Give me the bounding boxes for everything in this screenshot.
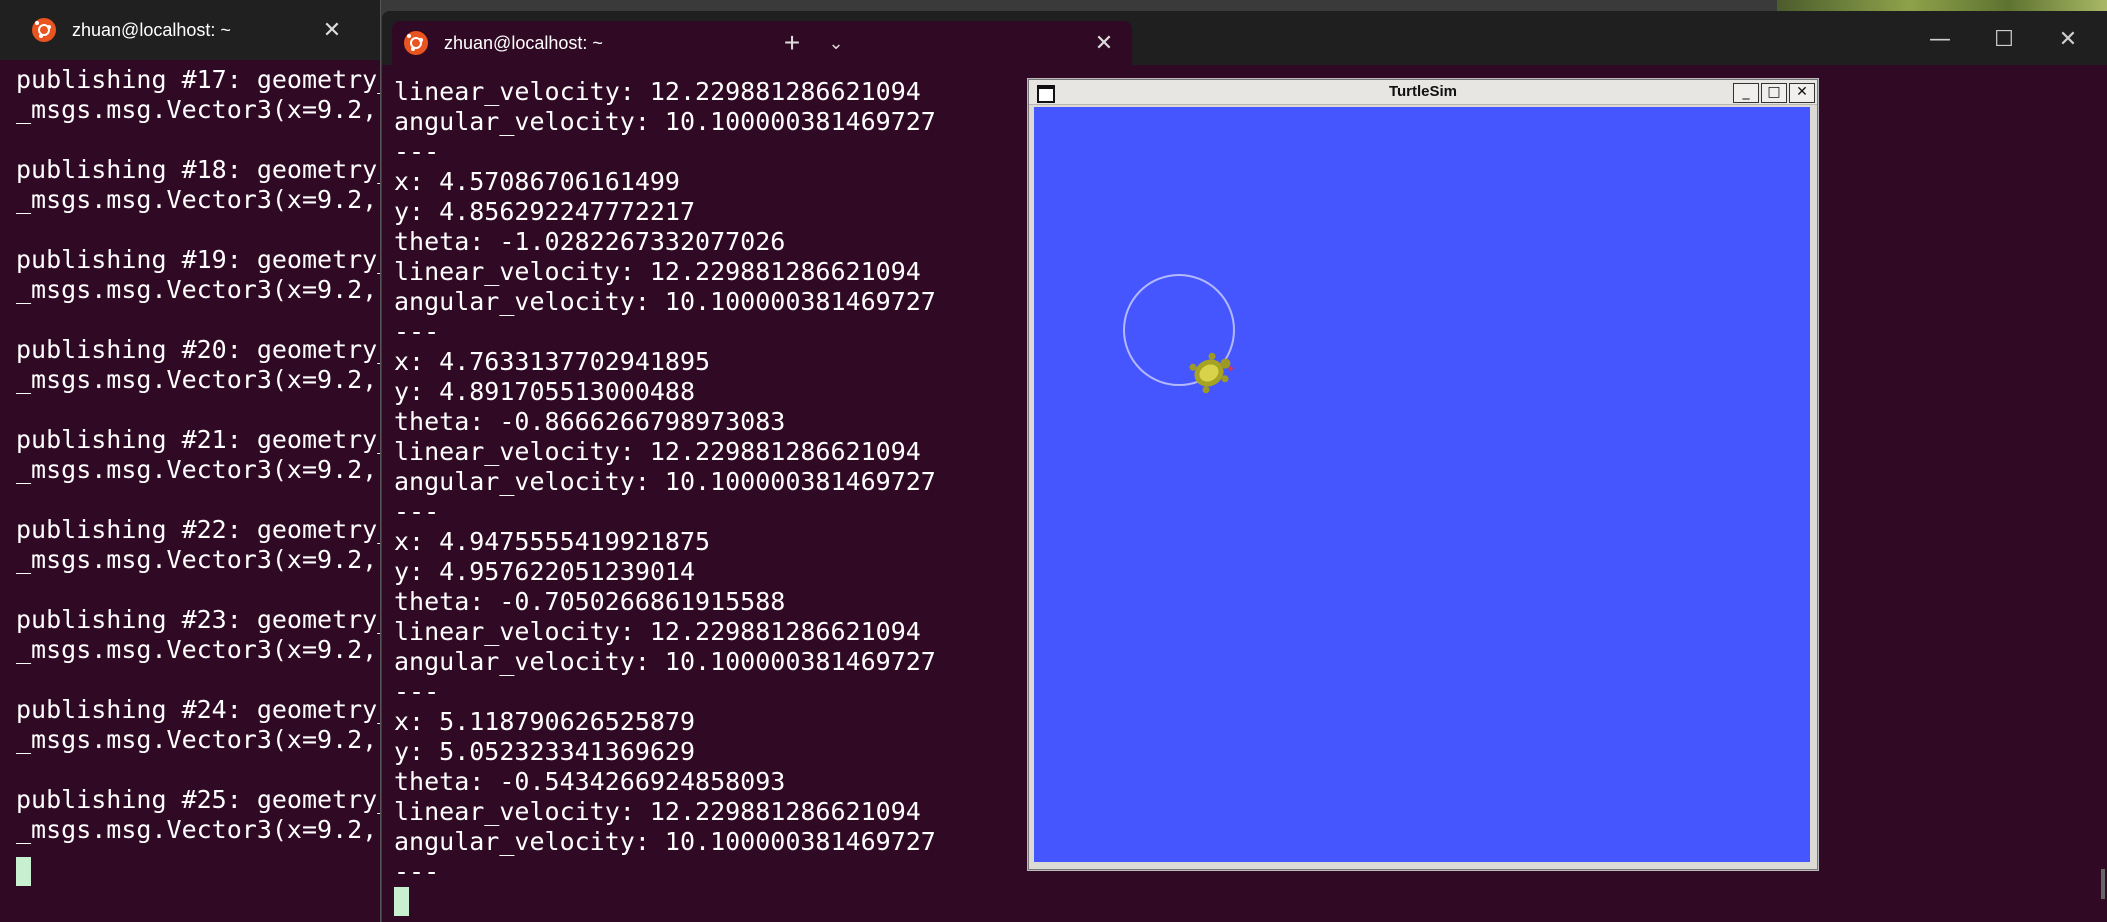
main-terminal-tab[interactable]: zhuan@localhost: ~ ✕ — [392, 21, 1132, 65]
terminal-line: publishing #25: geometry_ — [16, 785, 381, 814]
turtlesim-close-button[interactable]: ✕ — [1789, 83, 1815, 103]
turtle-icon — [1189, 352, 1233, 394]
turtlesim-maximize-button[interactable]: □ — [1761, 83, 1787, 103]
ubuntu-icon — [32, 18, 56, 42]
tab-title: zhuan@localhost: ~ — [444, 32, 603, 53]
text-cursor — [394, 887, 409, 916]
minimize-button[interactable]: — — [1908, 19, 1972, 59]
terminal-line: _msgs.msg.Vector3(x=9.2, — [16, 275, 381, 304]
terminal-line: _msgs.msg.Vector3(x=9.2, — [16, 95, 381, 124]
prompt-line[interactable] — [394, 887, 2107, 917]
new-tab-button[interactable]: + — [770, 21, 814, 65]
close-window-button[interactable]: ✕ — [2036, 19, 2100, 59]
terminal-line: publishing #24: geometry_ — [16, 695, 381, 724]
terminal-line: _msgs.msg.Vector3(x=9.2, — [16, 185, 381, 214]
terminal-line: _msgs.msg.Vector3(x=9.2, — [16, 725, 381, 754]
terminal-line: publishing #18: geometry_ — [16, 155, 381, 184]
terminal-line: publishing #23: geometry_ — [16, 605, 381, 634]
prompt-line[interactable] — [16, 857, 380, 887]
text-cursor — [16, 857, 31, 886]
chevron-down-icon[interactable]: ⌄ — [816, 21, 856, 65]
terminal-line: _msgs.msg.Vector3(x=9.2, — [16, 545, 381, 574]
close-icon[interactable]: ✕ — [318, 17, 346, 43]
left-terminal-titlebar[interactable]: zhuan@localhost: ~ ✕ — [0, 0, 380, 60]
turtlesim-titlebar[interactable]: TurtleSim _ □ ✕ — [1029, 80, 1817, 105]
left-terminal-tab[interactable]: zhuan@localhost: ~ ✕ — [20, 8, 360, 52]
terminal-line: publishing #17: geometry_ — [16, 65, 381, 94]
scrollbar-thumb[interactable] — [2101, 869, 2105, 899]
terminal-line: _msgs.msg.Vector3(x=9.2, — [16, 635, 381, 664]
tab-title: zhuan@localhost: ~ — [72, 19, 231, 40]
ubuntu-icon — [404, 31, 428, 55]
turtlesim-window[interactable]: TurtleSim _ □ ✕ — [1028, 79, 1818, 870]
terminal-line: publishing #21: geometry_ — [16, 425, 381, 454]
terminal-line: _msgs.msg.Vector3(x=9.2, — [16, 815, 381, 844]
terminal-line: _msgs.msg.Vector3(x=9.2, — [16, 455, 381, 484]
left-terminal-window[interactable]: zhuan@localhost: ~ ✕ publishing #17: geo… — [0, 0, 381, 922]
terminal-line: publishing #22: geometry_ — [16, 515, 381, 544]
turtlesim-canvas — [1034, 107, 1810, 862]
terminal-line: _msgs.msg.Vector3(x=9.2, — [16, 365, 381, 394]
turtlesim-minimize-button[interactable]: _ — [1733, 83, 1759, 103]
main-terminal-titlebar[interactable]: zhuan@localhost: ~ ✕ + ⌄ — ☐ ✕ — [382, 11, 2107, 65]
left-terminal-output[interactable]: publishing #17: geometry_ _msgs.msg.Vecto… — [0, 65, 380, 922]
maximize-button[interactable]: ☐ — [1972, 19, 2036, 59]
terminal-line: publishing #19: geometry_ — [16, 245, 381, 274]
close-icon[interactable]: ✕ — [1090, 30, 1118, 56]
terminal-line: publishing #20: geometry_ — [16, 335, 381, 364]
turtlesim-title: TurtleSim — [1388, 83, 1458, 100]
